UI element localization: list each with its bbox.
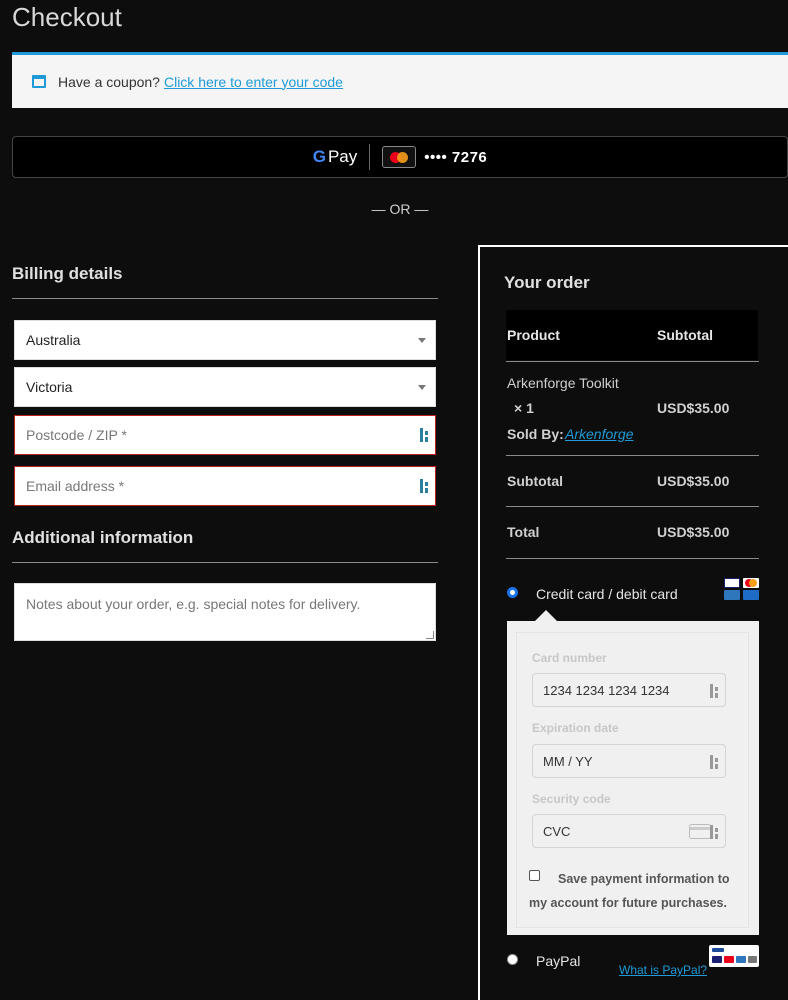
card-brands-icon — [724, 578, 759, 601]
row-divider — [506, 455, 759, 456]
expiry-input[interactable]: MM / YY — [532, 744, 726, 778]
card-payment-radio[interactable] — [507, 587, 518, 598]
expiry-placeholder: MM / YY — [543, 753, 593, 769]
expiry-label: Expiration date — [532, 721, 619, 735]
notes-placeholder: Notes about your order, e.g. special not… — [26, 596, 361, 612]
total-value: USD$35.00 — [657, 524, 730, 540]
password-manager-icon[interactable] — [710, 825, 720, 839]
billing-rule — [12, 298, 438, 299]
mastercard-icon — [382, 146, 417, 168]
col-subtotal: Subtotal — [657, 327, 713, 343]
additional-heading: Additional information — [12, 528, 194, 547]
item-name: Arkenforge Toolkit — [507, 375, 619, 391]
state-value: Victoria — [26, 379, 73, 395]
chevron-down-icon — [418, 338, 426, 343]
subtotal-value: USD$35.00 — [657, 473, 730, 489]
page-title: Checkout — [12, 2, 122, 32]
paypal-label[interactable]: PayPal — [536, 953, 580, 969]
cvc-input[interactable]: CVC — [532, 814, 726, 848]
order-heading: Your order — [504, 273, 590, 292]
postcode-input[interactable]: Postcode / ZIP * — [14, 415, 436, 455]
card-payment-label[interactable]: Credit card / debit card — [536, 586, 678, 602]
coupon-prefix: Have a coupon? — [58, 73, 160, 90]
country-select[interactable]: Australia — [14, 320, 436, 360]
resize-handle[interactable] — [426, 631, 434, 639]
subtotal-label: Subtotal — [507, 473, 563, 489]
google-pay-logo: G Pay — [313, 147, 358, 167]
cvc-placeholder: CVC — [543, 823, 571, 839]
card-number-label: Card number — [532, 651, 607, 665]
card-number-input[interactable]: 1234 1234 1234 1234 — [532, 673, 726, 707]
row-divider — [506, 558, 759, 559]
col-product: Product — [507, 327, 560, 343]
or-separator: — OR — — [371, 201, 429, 217]
divider — [369, 144, 371, 170]
saved-card-mask: •••• 7276 — [424, 148, 488, 166]
email-input[interactable]: Email address * — [14, 466, 436, 506]
what-is-paypal-link[interactable]: What is PayPal? — [619, 963, 707, 977]
total-label: Total — [507, 524, 540, 540]
paypal-radio[interactable] — [507, 954, 518, 965]
sold-by-label: Sold By: — [507, 426, 564, 442]
postcode-placeholder: Postcode / ZIP * — [26, 427, 127, 443]
order-notes-textarea[interactable]: Notes about your order, e.g. special not… — [14, 583, 436, 641]
vendor-link[interactable]: Arkenforge — [565, 426, 633, 442]
cvc-label: Security code — [532, 792, 611, 806]
google-pay-label: Pay — [327, 147, 358, 166]
password-manager-icon[interactable] — [420, 428, 430, 442]
password-manager-icon[interactable] — [710, 755, 720, 769]
calendar-icon — [32, 75, 46, 88]
password-manager-icon[interactable] — [420, 479, 430, 493]
coupon-link[interactable]: Click here to enter your code — [164, 74, 343, 90]
google-pay-button[interactable]: G Pay •••• 7276 — [12, 136, 788, 178]
chevron-down-icon — [418, 385, 426, 390]
google-g-icon: G — [312, 147, 326, 166]
row-divider — [506, 361, 759, 362]
email-placeholder: Email address * — [26, 478, 125, 494]
billing-heading: Billing details — [12, 264, 123, 283]
save-payment-label[interactable]: Save payment information to my account f… — [529, 867, 739, 915]
additional-rule — [12, 562, 438, 563]
card-form-pointer — [535, 610, 557, 621]
item-quantity: × 1 — [514, 400, 534, 416]
paypal-acceptance-icon — [709, 945, 759, 967]
country-value: Australia — [26, 332, 81, 348]
state-select[interactable]: Victoria — [14, 367, 436, 407]
item-price: USD$35.00 — [657, 400, 730, 416]
coupon-notice: Have a coupon? Click here to enter your … — [12, 52, 788, 108]
card-number-placeholder: 1234 1234 1234 1234 — [543, 682, 670, 698]
row-divider — [506, 506, 759, 507]
password-manager-icon[interactable] — [710, 684, 720, 698]
cvc-card-icon — [689, 824, 711, 839]
